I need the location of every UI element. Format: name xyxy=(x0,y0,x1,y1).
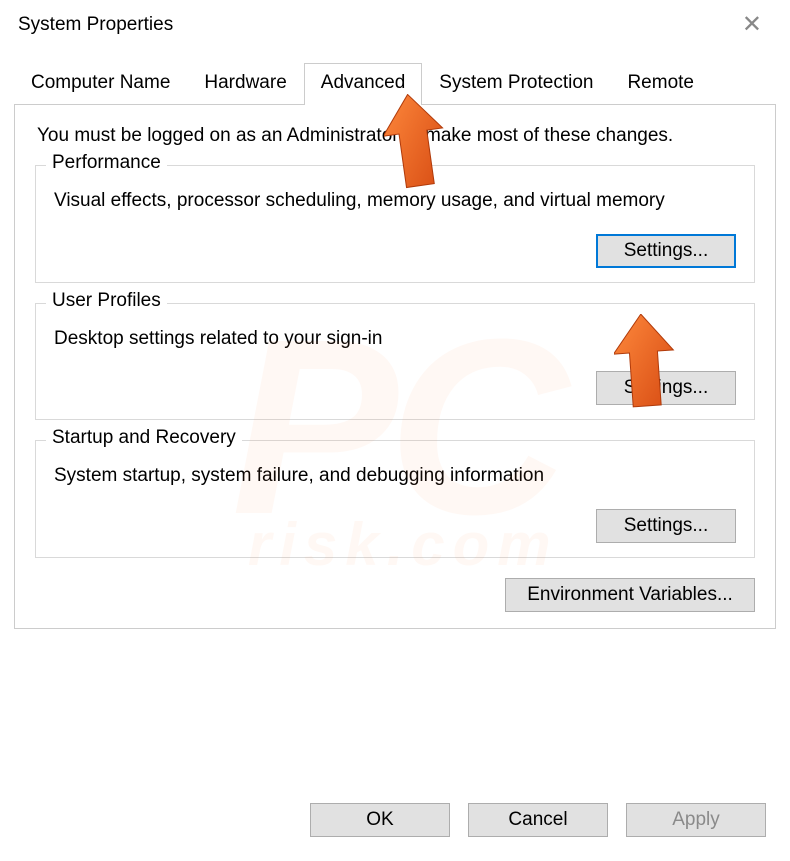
tab-system-protection[interactable]: System Protection xyxy=(422,63,610,104)
group-startup-recovery: Startup and Recovery System startup, sys… xyxy=(35,440,755,558)
group-performance-desc: Visual effects, processor scheduling, me… xyxy=(54,188,736,214)
group-performance: Performance Visual effects, processor sc… xyxy=(35,165,755,283)
group-startup-recovery-legend: Startup and Recovery xyxy=(46,427,242,449)
window-title: System Properties xyxy=(18,14,173,36)
group-startup-recovery-desc: System startup, system failure, and debu… xyxy=(54,463,736,489)
tabs: Computer Name Hardware Advanced System P… xyxy=(14,63,776,105)
group-user-profiles-legend: User Profiles xyxy=(46,290,167,312)
group-user-profiles-desc: Desktop settings related to your sign-in xyxy=(54,326,736,352)
close-icon[interactable]: ✕ xyxy=(732,10,772,39)
startup-recovery-settings-button[interactable]: Settings... xyxy=(596,509,736,543)
tab-hardware[interactable]: Hardware xyxy=(187,63,303,104)
group-performance-legend: Performance xyxy=(46,152,167,174)
apply-button[interactable]: Apply xyxy=(626,803,766,837)
group-user-profiles: User Profiles Desktop settings related t… xyxy=(35,303,755,421)
cancel-button[interactable]: Cancel xyxy=(468,803,608,837)
environment-variables-button[interactable]: Environment Variables... xyxy=(505,578,755,612)
title-bar: System Properties ✕ xyxy=(0,0,790,45)
tab-computer-name[interactable]: Computer Name xyxy=(14,63,187,104)
tab-remote[interactable]: Remote xyxy=(610,63,711,104)
ok-button[interactable]: OK xyxy=(310,803,450,837)
admin-note: You must be logged on as an Administrato… xyxy=(35,125,755,147)
tab-advanced[interactable]: Advanced xyxy=(304,63,423,105)
dialog-buttons: OK Cancel Apply xyxy=(310,803,766,837)
performance-settings-button[interactable]: Settings... xyxy=(596,234,736,268)
user-profiles-settings-button[interactable]: Settings... xyxy=(596,371,736,405)
tab-content: You must be logged on as an Administrato… xyxy=(14,105,776,629)
